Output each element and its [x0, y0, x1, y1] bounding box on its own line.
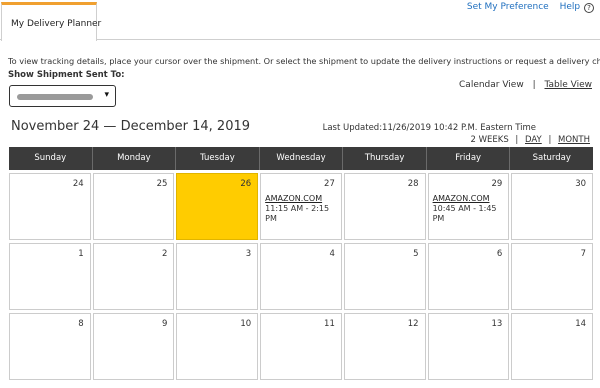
calendar-day[interactable]: 3	[176, 243, 259, 310]
calendar-day[interactable]: 4	[260, 243, 342, 310]
calendar-day[interactable]: 9	[92, 313, 175, 380]
weekday-header: Wednesday	[258, 147, 343, 170]
shipment-carrier-link[interactable]: AMAZON.COM	[265, 194, 337, 204]
calendar-day[interactable]: 29 AMAZON.COM 10:45 AM - 1:45 PM	[427, 173, 510, 240]
shipment-event[interactable]: AMAZON.COM 11:15 AM - 2:15 PM	[265, 194, 337, 224]
date-range-title: November 24 — December 14, 2019	[11, 119, 251, 134]
calendar-day[interactable]: 8	[9, 313, 91, 380]
day-number: 11	[324, 319, 335, 329]
calendar-day[interactable]: 13	[427, 313, 510, 380]
calendar-day[interactable]: 24	[9, 173, 91, 240]
tab-bar: My Delivery Planner Set My Preference He…	[0, 0, 600, 41]
day-number: 3	[245, 249, 252, 259]
calendar-day[interactable]: 2	[92, 243, 175, 310]
shipment-time-window: 10:45 AM - 1:45 PM	[432, 204, 497, 223]
calendar-day[interactable]: 5	[343, 243, 426, 310]
calendar-week-row: 24 25 26 27 AMAZON.COM 11:15 AM - 2:15 P…	[9, 173, 594, 240]
weekday-header: Sunday	[34, 153, 67, 163]
day-number: 25	[156, 179, 168, 189]
calendar-day[interactable]: 14	[511, 313, 594, 380]
calendar-day[interactable]: 7	[511, 243, 594, 310]
shipment-event[interactable]: AMAZON.COM 10:45 AM - 1:45 PM	[433, 194, 505, 224]
calendar-day[interactable]: 10	[176, 313, 259, 380]
day-number: 24	[72, 179, 84, 189]
day-number: 10	[240, 319, 252, 329]
day-number: 1	[78, 249, 84, 259]
recipient-select[interactable]: ▾	[9, 85, 116, 107]
day-number: 5	[413, 249, 419, 259]
weekday-header: Monday	[91, 147, 176, 170]
dropdown-arrow-icon: ▾	[104, 90, 109, 100]
calendar-day[interactable]: 30	[511, 173, 594, 240]
last-updated-text: Last Updated:11/26/2019 10:42 P.M. Easte…	[322, 123, 536, 133]
calendar-day[interactable]: 27 AMAZON.COM 11:15 AM - 2:15 PM	[260, 173, 342, 240]
day-number: 30	[575, 179, 587, 189]
calendar-view-link[interactable]: Calendar View	[459, 80, 524, 90]
day-number: 12	[407, 319, 419, 329]
calendar-day[interactable]: 28	[343, 173, 426, 240]
calendar-day-today[interactable]: 26	[176, 173, 259, 240]
show-shipment-label: Show Shipment Sent To:	[8, 70, 125, 80]
instructions-text: To view tracking details, place your cur…	[8, 56, 600, 66]
calendar-day[interactable]: 12	[343, 313, 426, 380]
weekday-header: Friday	[425, 147, 510, 170]
view-separator: |	[532, 80, 536, 90]
calendar-week-row: 8 9 10 11 12 13 14	[9, 313, 594, 380]
shipment-carrier-link[interactable]: AMAZON.COM	[433, 194, 505, 204]
table-view-link[interactable]: Table View	[545, 80, 593, 90]
help-link[interactable]: Help	[560, 2, 581, 12]
set-preference-link[interactable]: Set My Preference	[467, 2, 549, 12]
range-separator: |	[548, 135, 552, 145]
calendar-day[interactable]: 11	[260, 313, 342, 380]
tab-my-delivery-planner[interactable]: My Delivery Planner	[1, 2, 101, 41]
range-separator: |	[515, 135, 519, 145]
weekday-header-row: Sunday Monday Tuesday Wednesday Thursday…	[9, 147, 593, 170]
day-number: 29	[491, 179, 503, 189]
month-view-link[interactable]: MONTH	[558, 135, 590, 145]
weekday-header: Saturday	[509, 147, 593, 170]
day-number: 26	[240, 179, 252, 189]
delivery-calendar: Sunday Monday Tuesday Wednesday Thursday…	[9, 147, 594, 380]
calendar-day[interactable]: 25	[92, 173, 175, 240]
day-number: 8	[78, 319, 84, 329]
day-number: 7	[580, 249, 587, 259]
day-number: 13	[491, 319, 503, 329]
calendar-week-row: 1 2 3 4 5 6 7	[9, 243, 594, 310]
redacted-address	[17, 94, 93, 100]
range-view-switcher: 2 WEEKS | DAY | MONTH	[470, 135, 590, 145]
shipment-time-window: 11:15 AM - 2:15 PM	[265, 204, 330, 223]
weekday-header: Tuesday	[175, 147, 259, 170]
day-number: 9	[162, 319, 168, 329]
weekday-header: Thursday	[342, 147, 426, 170]
calendar-day[interactable]: 6	[427, 243, 510, 310]
day-view-link[interactable]: DAY	[525, 135, 542, 145]
day-number: 28	[407, 179, 419, 189]
day-number: 27	[324, 179, 335, 189]
day-number: 14	[575, 319, 587, 329]
calendar-day[interactable]: 1	[9, 243, 91, 310]
help-icon[interactable]: ?	[584, 3, 594, 13]
top-links: Set My Preference Help ?	[467, 2, 594, 13]
view-switcher: Calendar View | Table View	[459, 80, 592, 90]
day-number: 4	[329, 249, 335, 259]
day-number: 6	[496, 249, 503, 259]
day-number: 2	[162, 249, 168, 259]
two-weeks-view[interactable]: 2 WEEKS	[470, 135, 508, 145]
tab-label: My Delivery Planner	[11, 19, 102, 29]
